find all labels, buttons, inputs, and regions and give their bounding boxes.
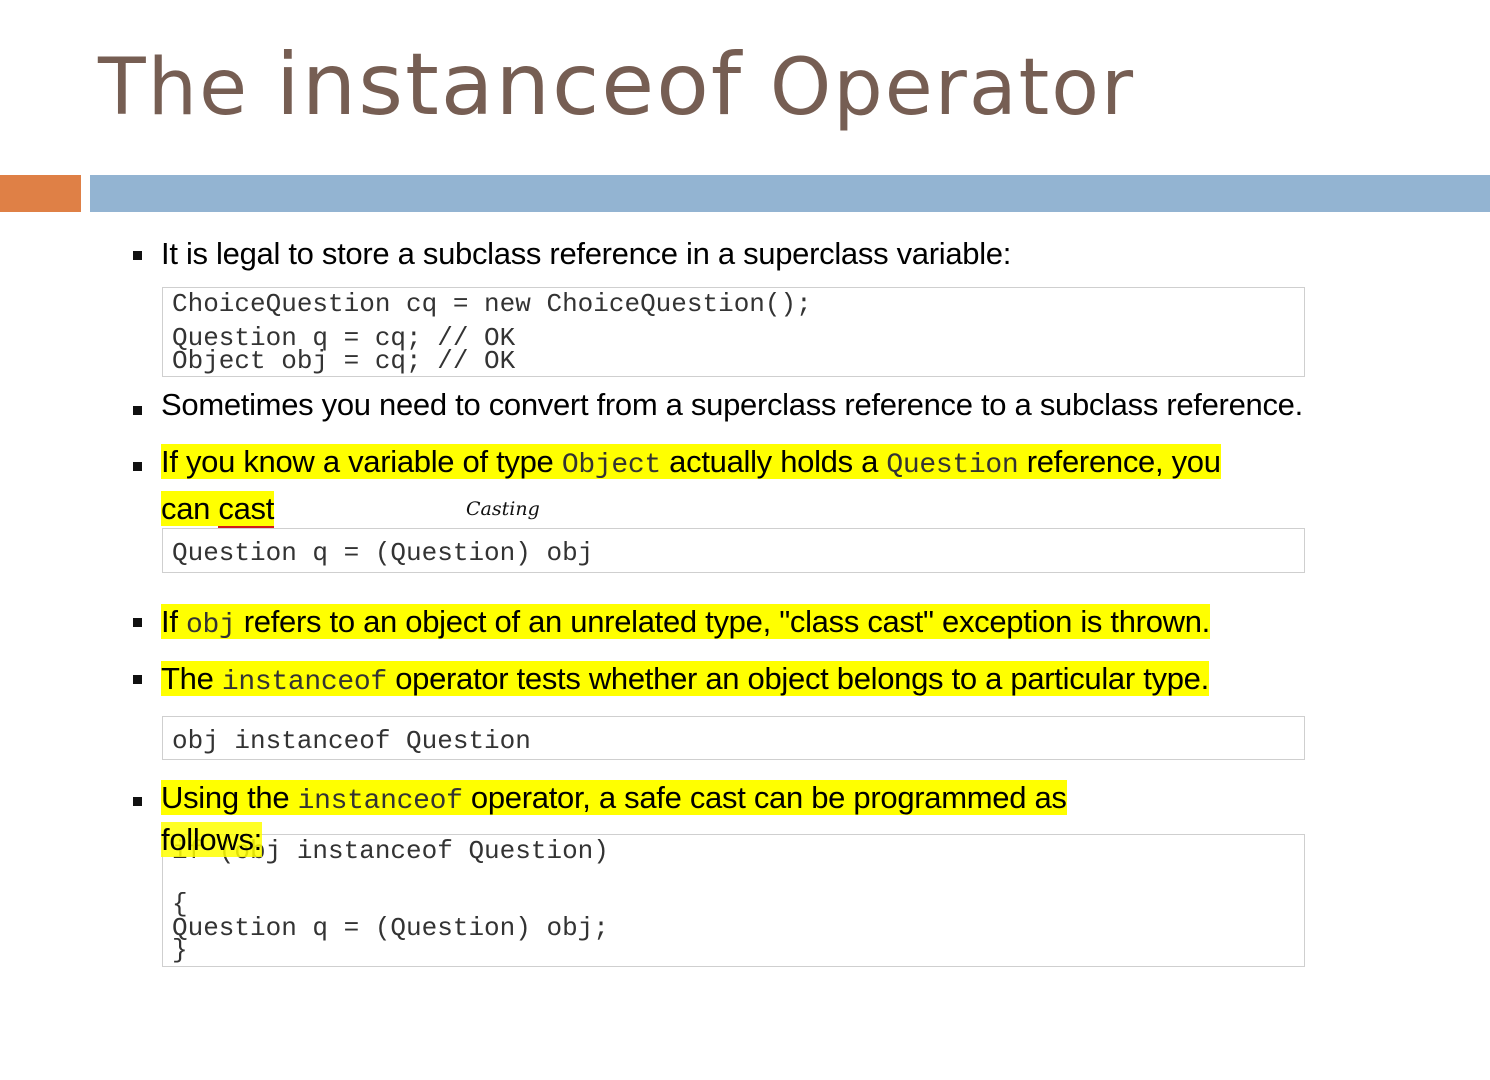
handwritten-annotation: Casting <box>466 498 540 520</box>
bullet-icon <box>133 462 142 471</box>
inline-code: Object <box>561 450 661 481</box>
text: Using the <box>161 780 298 815</box>
slide-title: The instanceof Operator <box>98 30 1135 143</box>
inline-code: obj <box>185 610 236 641</box>
code-line: } <box>172 935 188 965</box>
bullet-text: Using the instanceof operator, a safe ca… <box>161 778 1067 822</box>
accent-bar-blue <box>90 175 1490 212</box>
bullet-text: Sometimes you need to convert from a sup… <box>161 387 1303 422</box>
bullet-icon <box>133 797 142 806</box>
text: operator tests whether an object belongs… <box>386 661 1209 696</box>
bullet-text: It is legal to store a subclass referenc… <box>161 236 1012 271</box>
text: If <box>161 604 186 639</box>
title-part: The <box>98 43 276 133</box>
code-line: ChoiceQuestion cq = new ChoiceQuestion()… <box>172 289 812 319</box>
accent-bar-orange <box>0 175 81 212</box>
bullet-icon <box>133 406 142 415</box>
title-part: Operator <box>743 43 1136 133</box>
code-line: Question q = (Question) obj; <box>172 913 609 943</box>
bullet-text: The instanceof operator tests whether an… <box>161 659 1209 703</box>
bullet-icon <box>133 675 142 684</box>
bullet-icon <box>133 251 142 260</box>
bullet-text: If you know a variable of type Object ac… <box>161 442 1221 486</box>
text: The <box>161 661 222 696</box>
bullet-text-cont: can cast <box>161 489 274 529</box>
bullet-text: If obj refers to an object of an unrelat… <box>161 602 1210 646</box>
bullet-icon <box>133 618 142 627</box>
code-line: obj instanceof Question <box>172 726 531 756</box>
inline-code: Question <box>886 450 1019 481</box>
code-line: Question q = (Question) obj <box>172 538 594 568</box>
text: reference, you <box>1018 444 1221 479</box>
inline-code: instanceof <box>297 786 463 817</box>
bullet-text-cont: follows: <box>161 820 262 860</box>
inline-code: instanceof <box>221 667 387 698</box>
text: can <box>161 491 219 526</box>
underlined-text: cast <box>218 491 274 529</box>
code-line: Object obj = cq; // OK <box>172 346 516 376</box>
text: If you know a variable of type <box>161 444 562 479</box>
text: refers to an object of an unrelated type… <box>235 604 1211 639</box>
text: actually holds a <box>660 444 887 479</box>
title-keyword: instanceof <box>275 35 744 135</box>
text: operator, a safe cast can be programmed … <box>462 780 1067 815</box>
text: follows: <box>161 822 262 857</box>
